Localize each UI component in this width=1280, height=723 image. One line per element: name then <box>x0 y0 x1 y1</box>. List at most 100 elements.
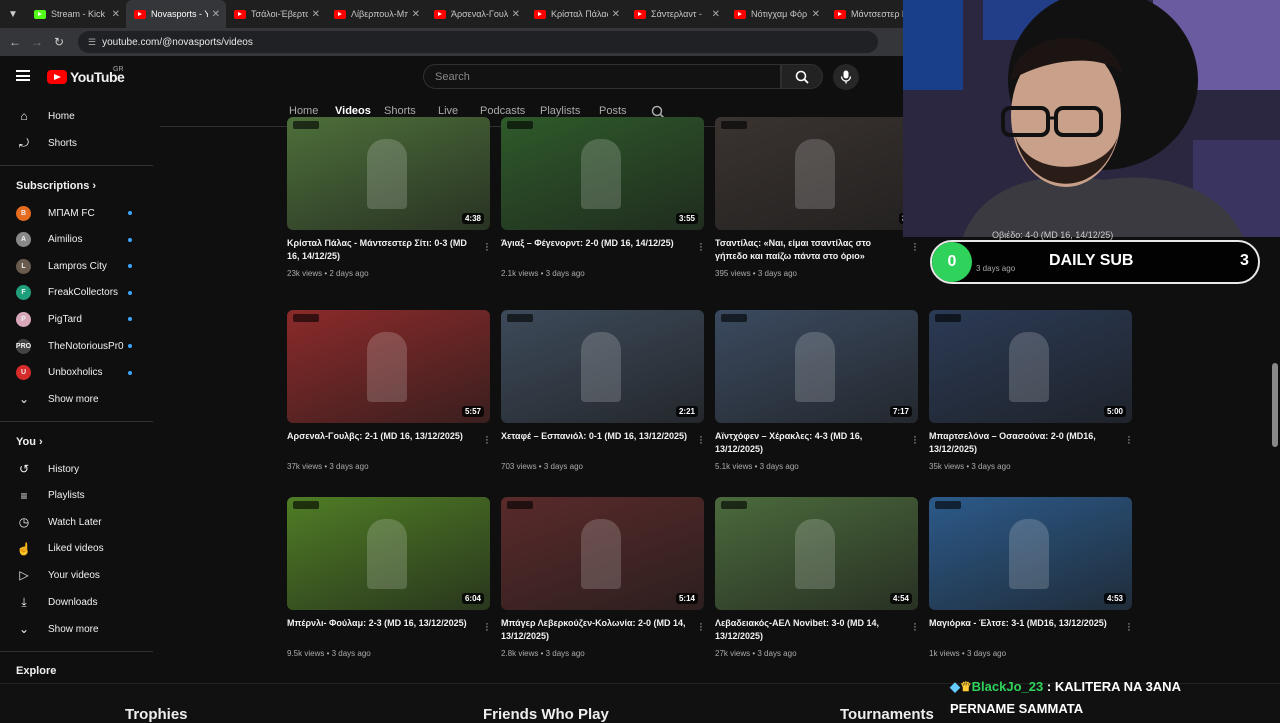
video-thumbnail[interactable]: 2:21 <box>501 310 704 423</box>
site-settings-icon[interactable]: ☰ <box>88 37 96 48</box>
you-heading[interactable]: You › <box>16 436 43 448</box>
video-thumbnail[interactable]: 4:54 <box>715 497 918 610</box>
video-title[interactable]: Άγιαξ – Φέγενορντ: 2-0 (MD 16, 14/12/25) <box>501 237 691 250</box>
tab-shorts[interactable]: Shorts <box>384 105 416 117</box>
sidebar-item-subscription[interactable]: F FreakCollectors <box>0 280 153 306</box>
video-metadata: 37k views • 3 days ago <box>287 462 369 471</box>
video-title[interactable]: Μαγιόρκα - Έλτσε: 3-1 (MD16, 13/12/2025) <box>929 617 1119 630</box>
video-thumbnail[interactable]: 6:04 <box>287 497 490 610</box>
video-title[interactable]: Μπαρτσελόνα – Οσασούνα: 2-0 (MD16, 13/12… <box>929 430 1119 456</box>
tab-live[interactable]: Live <box>438 105 458 117</box>
more-actions-icon[interactable]: · · · <box>697 432 705 449</box>
tab-podcasts[interactable]: Podcasts <box>480 105 525 117</box>
search-button[interactable] <box>781 64 823 89</box>
search-input[interactable]: Search <box>423 64 781 89</box>
more-actions-icon[interactable]: · · · <box>911 239 919 256</box>
sidebar-item-downloads[interactable]: ⤓ Downloads <box>0 589 153 615</box>
video-title[interactable]: Κρίσταλ Πάλας - Μάντσεστερ Σίτι: 0-3 (MD… <box>287 237 477 263</box>
chat-username: BlackJo_23 <box>971 679 1044 694</box>
tab-home[interactable]: Home <box>289 105 318 117</box>
score-overlay <box>935 501 961 509</box>
sidebar-item-your-videos[interactable]: ▷ Your videos <box>0 562 153 588</box>
sidebar-item-history[interactable]: ↺ History <box>0 456 153 482</box>
close-tab-icon[interactable]: ✕ <box>212 9 220 20</box>
video-duration: 4:54 <box>889 593 912 604</box>
video-title[interactable]: Τσαντίλας: «Ναι, είμαι τσαντίλας στο γήπ… <box>715 237 905 263</box>
more-actions-icon[interactable]: · · · <box>1125 619 1133 636</box>
hud-friends-who-play[interactable]: Friends Who Play <box>483 706 609 723</box>
youtube-logo[interactable]: YouTube GR <box>47 66 125 85</box>
sidebar-item-watch-later[interactable]: ◷ Watch Later <box>0 509 153 535</box>
close-tab-icon[interactable]: ✕ <box>612 9 620 20</box>
browser-tab[interactable]: Λίβερπουλ-Μπ ✕ <box>326 0 426 28</box>
video-title[interactable]: Χεταφέ – Εσπανιόλ: 0-1 (MD 16, 13/12/202… <box>501 430 691 443</box>
sidebar-item-subscription[interactable]: B ΜΠΑΜ FC <box>0 200 153 226</box>
browser-tab[interactable]: Νότιγχαμ Φόρ ✕ <box>726 0 826 28</box>
tab-posts[interactable]: Posts <box>599 105 627 117</box>
video-title[interactable]: Μπέρνλι- Φούλαμ: 2-3 (MD 16, 13/12/2025) <box>287 617 477 630</box>
more-actions-icon[interactable]: · · · <box>911 619 919 636</box>
browser-tab[interactable]: Novasports - Y ✕ <box>126 0 226 28</box>
video-thumbnail[interactable]: 7:17 <box>715 310 918 423</box>
more-actions-icon[interactable]: · · · <box>697 239 705 256</box>
browser-tab[interactable]: Σάντερλαντ - ✕ <box>626 0 726 28</box>
browser-tab[interactable]: Τσάλοι-Έβερτο ✕ <box>226 0 326 28</box>
sidebar-item-playlists[interactable]: ≡ Playlists <box>0 483 153 509</box>
browser-tab[interactable]: Stream - Kick D ✕ <box>26 0 126 28</box>
youtube-favicon-icon <box>334 9 346 19</box>
video-thumbnail[interactable]: 5:14 <box>501 497 704 610</box>
video-thumbnail[interactable]: 3: <box>715 117 918 230</box>
address-field[interactable]: ☰ youtube.com/@novasports/videos <box>78 31 878 53</box>
browser-tab[interactable]: Κρίσταλ Πάλας ✕ <box>526 0 626 28</box>
more-actions-icon[interactable]: · · · <box>483 432 491 449</box>
more-actions-icon[interactable]: · · · <box>1125 432 1133 449</box>
youtube-play-icon <box>47 70 67 84</box>
sidebar-item-home[interactable]: ⌂ Home <box>0 103 153 129</box>
tab-playlists[interactable]: Playlists <box>540 105 580 117</box>
voice-search-button[interactable] <box>833 64 859 90</box>
video-thumbnail[interactable]: 5:00 <box>929 310 1132 423</box>
video-thumbnail[interactable]: 4:53 <box>929 497 1132 610</box>
video-title[interactable]: Λεβαδειακός-ΑΕΛ Novibet: 3-0 (MD 14, 13/… <box>715 617 905 643</box>
video-title[interactable]: Αϊντχόφεν – Χέρακλες: 4-3 (MD 16, 13/12/… <box>715 430 905 456</box>
more-actions-icon[interactable]: · · · <box>911 432 919 449</box>
sidebar-item-subscription[interactable]: P PigTard <box>0 306 153 332</box>
sidebar-item-liked-videos[interactable]: ☝ Liked videos <box>0 536 153 562</box>
more-actions-icon[interactable]: · · · <box>483 239 491 256</box>
close-tab-icon[interactable]: ✕ <box>412 9 420 20</box>
back-arrow-icon[interactable]: ← <box>4 35 26 49</box>
show-more-subscriptions[interactable]: ⌄ Show more <box>0 386 153 412</box>
sidebar-item-subscription[interactable]: PRO TheNotoriousPr0 <box>0 333 153 359</box>
browser-tab[interactable]: Άρσεναλ-Γουλ ✕ <box>426 0 526 28</box>
hud-trophies[interactable]: Trophies <box>125 706 188 723</box>
more-actions-icon[interactable]: · · · <box>483 619 491 636</box>
meta-separator: • <box>538 649 546 658</box>
video-title[interactable]: Αρσεναλ-Γουλβς: 2-1 (MD 16, 13/12/2025) <box>287 430 477 443</box>
reload-icon[interactable]: ↻ <box>48 35 70 49</box>
close-tab-icon[interactable]: ✕ <box>312 9 320 20</box>
close-tab-icon[interactable]: ✕ <box>812 9 820 20</box>
close-tab-icon[interactable]: ✕ <box>112 9 120 20</box>
show-more-you[interactable]: ⌄ Show more <box>0 616 153 642</box>
close-tab-icon[interactable]: ✕ <box>512 9 520 20</box>
close-tab-icon[interactable]: ✕ <box>712 9 720 20</box>
video-thumbnail[interactable]: 5:57 <box>287 310 490 423</box>
country-code: GR <box>113 66 124 73</box>
channel-avatar: U <box>16 365 31 381</box>
sidebar-item-subscription[interactable]: L Lampros City <box>0 253 153 279</box>
tab-videos[interactable]: Videos <box>335 105 371 117</box>
tab-search-dropdown-icon[interactable]: ▼ <box>0 0 26 28</box>
hud-tournaments[interactable]: Tournaments <box>840 706 934 723</box>
sidebar-item-subscription[interactable]: U Unboxholics <box>0 360 153 386</box>
video-thumbnail[interactable]: 4:38 <box>287 117 490 230</box>
hamburger-menu-icon[interactable] <box>16 70 30 81</box>
score-overlay <box>507 121 533 129</box>
video-title[interactable]: Μπάγερ Λεβερκούζεν-Κολωνία: 2-0 (MD 14, … <box>501 617 691 643</box>
sidebar-item-shorts[interactable]: ⤾ Shorts <box>0 130 153 156</box>
video-thumbnail[interactable]: 3:55 <box>501 117 704 230</box>
more-actions-icon[interactable]: · · · <box>697 619 705 636</box>
sidebar-item-subscription[interactable]: A Aimilios <box>0 227 153 253</box>
forward-arrow-icon[interactable]: → <box>26 35 48 49</box>
page-scrollbar-thumb[interactable] <box>1272 363 1278 447</box>
subscriptions-heading[interactable]: Subscriptions › <box>16 180 96 192</box>
